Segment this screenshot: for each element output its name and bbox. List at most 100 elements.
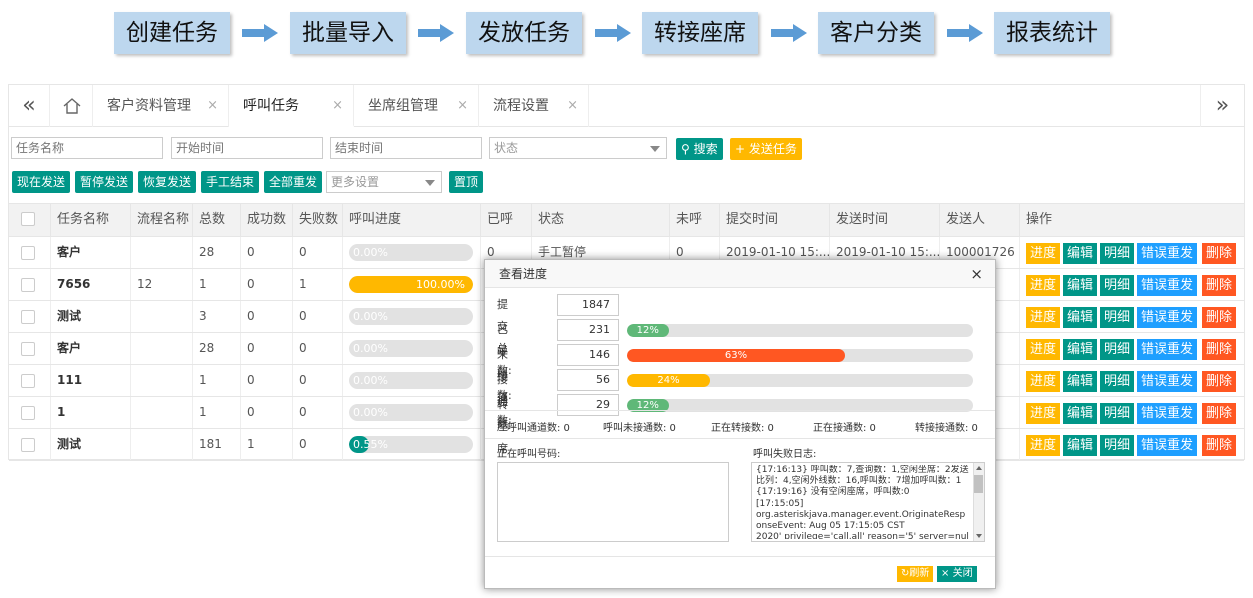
fail-log-box[interactable]: {17:16:13} 呼叫数：7,查询数：1,空闲坐席：2发送比列：4,空闲外线… [751, 462, 985, 542]
close-icon[interactable]: × [332, 85, 343, 127]
status-select[interactable]: 状态 [489, 137, 667, 159]
start-time-input[interactable] [171, 137, 323, 159]
delete-button[interactable]: 删除 [1202, 403, 1237, 424]
detail-button[interactable]: 明细 [1100, 371, 1135, 392]
delete-button[interactable]: 删除 [1202, 243, 1237, 264]
progress-button[interactable]: 进度 [1026, 403, 1061, 424]
th-uncalled[interactable]: 未呼 [670, 204, 720, 236]
row-checkbox[interactable] [21, 374, 35, 388]
tab-seat-group[interactable]: 坐席组管理 × [354, 85, 479, 127]
delete-button[interactable]: 删除 [1202, 435, 1237, 456]
th-flow-name[interactable]: 流程名称 [131, 204, 193, 236]
send-task-button[interactable]: + 发送任务 [730, 138, 802, 160]
retry-button[interactable]: 错误重发 [1137, 371, 1198, 392]
flow-step-customer-classify: 客户分类 [818, 12, 934, 54]
retry-button[interactable]: 错误重发 [1137, 403, 1198, 424]
tab-home[interactable] [49, 85, 93, 127]
delete-button[interactable]: 删除 [1202, 275, 1237, 296]
progress-button[interactable]: 进度 [1026, 371, 1061, 392]
delete-button[interactable]: 删除 [1202, 307, 1237, 328]
progress-button[interactable]: 进度 [1026, 307, 1061, 328]
more-settings-select[interactable]: 更多设置 [326, 171, 442, 193]
tab-call-task[interactable]: 呼叫任务 × [229, 85, 354, 127]
th-sender[interactable]: 发送人 [940, 204, 1020, 236]
delete-button[interactable]: 删除 [1202, 339, 1237, 360]
th-call-progress[interactable]: 呼叫进度 [343, 204, 481, 236]
progress-button[interactable]: 进度 [1026, 275, 1061, 296]
cell-total: 1 [193, 397, 241, 428]
th-status[interactable]: 状态 [532, 204, 670, 236]
scrollbar-thumb[interactable] [974, 475, 983, 493]
edit-button[interactable]: 编辑 [1063, 435, 1098, 456]
cell-total: 1 [193, 365, 241, 396]
th-called[interactable]: 已呼 [481, 204, 532, 236]
edit-button[interactable]: 编辑 [1063, 403, 1098, 424]
th-success[interactable]: 成功数 [241, 204, 293, 236]
detail-button[interactable]: 明细 [1100, 403, 1135, 424]
end-time-input[interactable] [330, 137, 482, 159]
retry-button[interactable]: 错误重发 [1137, 307, 1198, 328]
operations-cell: 进度 编辑 明细 错误重发 删除 [1020, 365, 1244, 396]
close-icon[interactable]: × [457, 85, 468, 127]
row-checkbox[interactable] [21, 438, 35, 452]
select-all-checkbox[interactable] [21, 212, 35, 226]
double-chevron-left-icon[interactable]: « [9, 85, 49, 127]
calling-number-box[interactable] [497, 462, 729, 542]
cell-success: 0 [241, 301, 293, 332]
detail-button[interactable]: 明细 [1100, 307, 1135, 328]
send-now-button[interactable]: 现在发送 [12, 171, 71, 193]
scroll-up-icon[interactable] [976, 466, 982, 470]
edit-button[interactable]: 编辑 [1063, 371, 1098, 392]
row-checkbox[interactable] [21, 246, 35, 260]
progress-button[interactable]: 进度 [1026, 435, 1061, 456]
detail-button[interactable]: 明细 [1100, 275, 1135, 296]
scrollbar[interactable] [973, 463, 984, 541]
refresh-button[interactable]: ↻刷新 [897, 566, 934, 582]
th-fail[interactable]: 失败数 [293, 204, 343, 236]
double-chevron-right-icon[interactable]: » [1200, 85, 1244, 127]
delete-button[interactable]: 删除 [1202, 371, 1237, 392]
th-task-name[interactable]: 任务名称 [51, 204, 131, 236]
th-submit-time[interactable]: 提交时间 [720, 204, 830, 236]
close-icon[interactable]: × [567, 85, 578, 127]
resume-send-button[interactable]: 恢复发送 [138, 171, 197, 193]
edit-button[interactable]: 编辑 [1063, 275, 1098, 296]
tab-flow-settings[interactable]: 流程设置 × [479, 85, 589, 127]
retry-button[interactable]: 错误重发 [1137, 435, 1198, 456]
manual-end-button[interactable]: 手工结束 [201, 171, 260, 193]
row-checkbox[interactable] [21, 310, 35, 324]
progress-cell: 100.00% [343, 269, 481, 300]
close-icon[interactable]: × [970, 260, 983, 288]
tab-customer-data[interactable]: 客户资料管理 × [93, 85, 229, 127]
stat-value: 1847 [557, 294, 619, 316]
resend-all-button[interactable]: 全部重发 [264, 171, 323, 193]
progress-cell: 0.00% [343, 397, 481, 428]
detail-button[interactable]: 明细 [1100, 243, 1135, 264]
task-name-input[interactable] [11, 137, 163, 159]
th-total[interactable]: 总数 [193, 204, 241, 236]
search-button[interactable]: ⚲ 搜索 [676, 138, 723, 160]
scroll-down-icon[interactable] [976, 534, 982, 538]
th-send-time[interactable]: 发送时间 [830, 204, 940, 236]
retry-button[interactable]: 错误重发 [1137, 275, 1198, 296]
pause-send-button[interactable]: 暂停发送 [75, 171, 134, 193]
close-button[interactable]: × 关闭 [937, 566, 977, 582]
retry-button[interactable]: 错误重发 [1137, 339, 1198, 360]
progress-button[interactable]: 进度 [1026, 339, 1061, 360]
edit-button[interactable]: 编辑 [1063, 339, 1098, 360]
tab-bar: « 客户资料管理 × 呼叫任务 × 坐席组管理 × 流程设置 × » [9, 85, 1244, 127]
row-checkbox[interactable] [21, 278, 35, 292]
edit-button[interactable]: 编辑 [1063, 307, 1098, 328]
row-checkbox[interactable] [21, 342, 35, 356]
stat-value: 56 [557, 369, 619, 391]
stat-progress-label: 12% [636, 325, 659, 336]
pin-top-button[interactable]: 置顶 [449, 171, 484, 193]
close-icon[interactable]: × [207, 85, 218, 127]
detail-button[interactable]: 明细 [1100, 339, 1135, 360]
edit-button[interactable]: 编辑 [1063, 243, 1098, 264]
row-checkbox[interactable] [21, 406, 35, 420]
progress-button[interactable]: 进度 [1026, 243, 1061, 264]
operations-cell: 进度 编辑 明细 错误重发 删除 [1020, 333, 1244, 364]
retry-button[interactable]: 错误重发 [1137, 243, 1198, 264]
detail-button[interactable]: 明细 [1100, 435, 1135, 456]
